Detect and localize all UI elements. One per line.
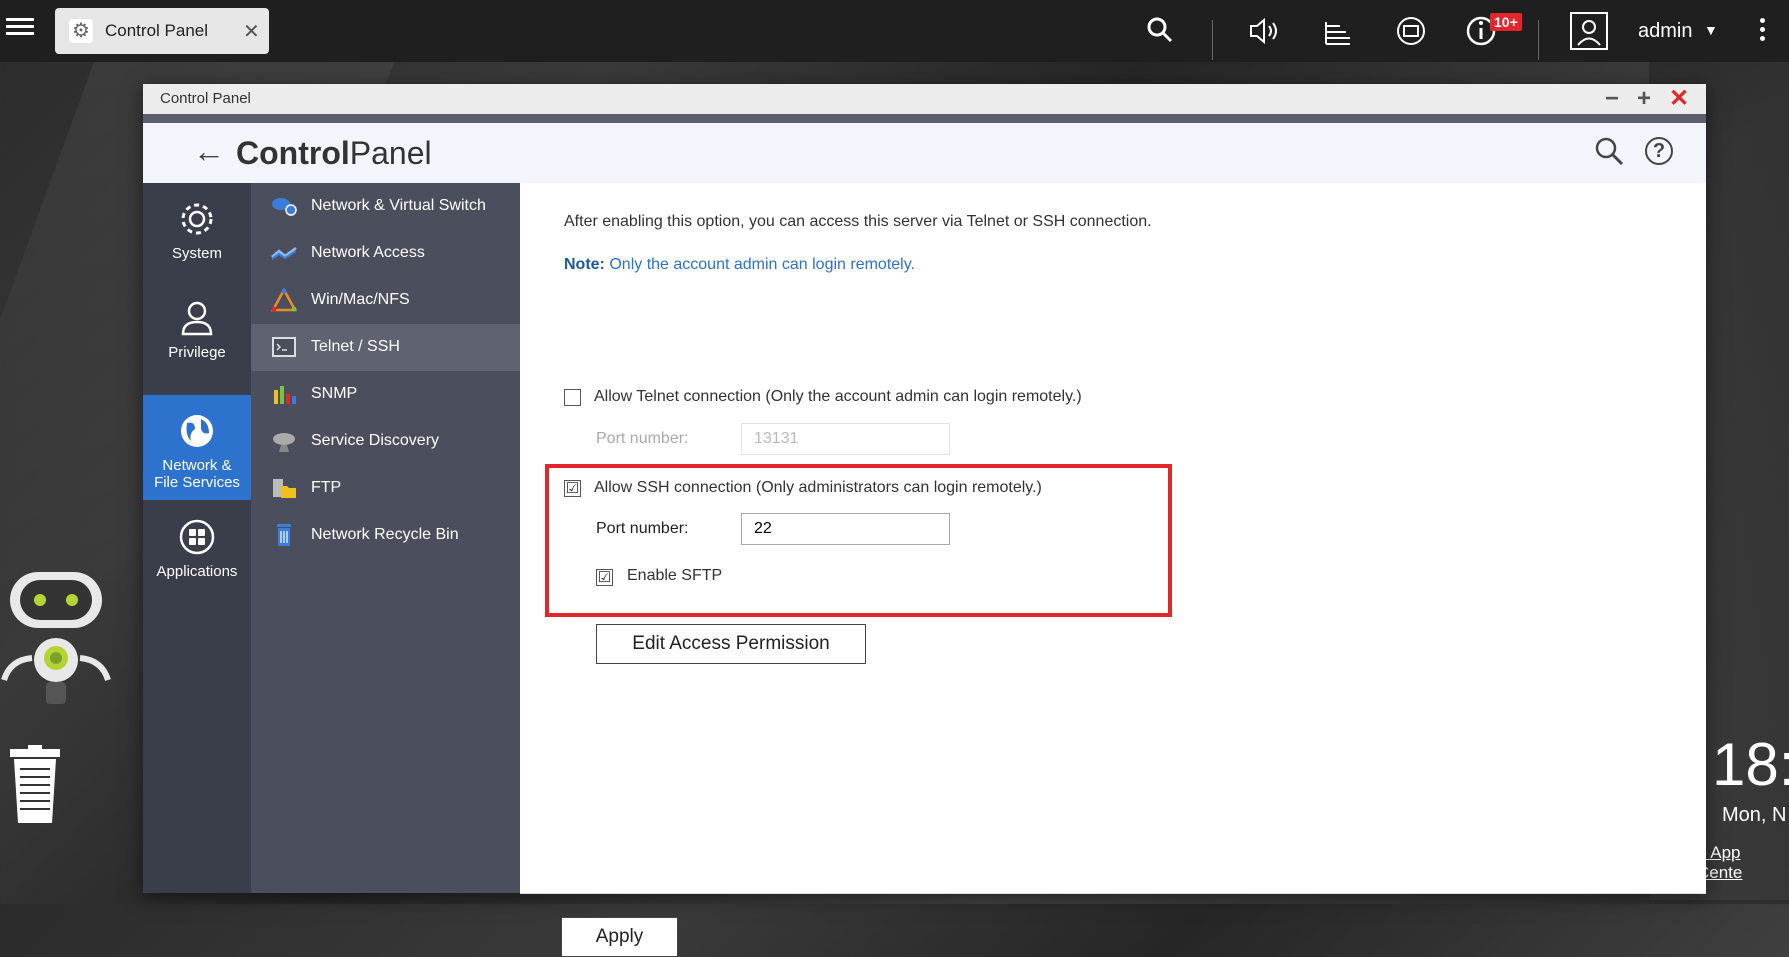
- window-titlebar[interactable]: Control Panel − + ✕: [143, 84, 1706, 114]
- category-network-file-services[interactable]: Network & File Services: [143, 395, 251, 500]
- notification-badge: 10+: [1490, 13, 1522, 31]
- gear-icon: [181, 203, 213, 235]
- desktop-recycle-bin-icon[interactable]: [4, 745, 66, 825]
- desktop-clock: 18:: [1712, 731, 1789, 798]
- control-panel-window: Control Panel − + ✕ ← ControlPanel ? Sys…: [143, 84, 1706, 957]
- category-privilege[interactable]: Privilege: [143, 282, 251, 387]
- back-arrow-icon[interactable]: ←: [193, 133, 225, 170]
- window-title: Control Panel: [160, 90, 251, 107]
- subnav-item-network-virtual-switch[interactable]: Network & Virtual Switch: [251, 183, 520, 230]
- telnet-port-input[interactable]: [741, 423, 950, 455]
- intro-text: After enabling this option, you can acce…: [564, 213, 1152, 230]
- ssh-label: Allow SSH connection (Only administrator…: [594, 479, 1042, 496]
- win-mac-nfs-icon: [271, 288, 297, 312]
- network-switch-icon: [272, 198, 297, 216]
- telnet-port-label: Port number:: [596, 430, 689, 447]
- subnav-item-ftp[interactable]: FTP: [251, 465, 520, 512]
- search-icon[interactable]: [1593, 135, 1625, 167]
- globe-icon: [181, 415, 213, 447]
- subnav-item-telnet-ssh[interactable]: Telnet / SSH: [251, 324, 520, 371]
- chevron-down-icon[interactable]: ▼: [1704, 22, 1718, 38]
- minimize-icon[interactable]: −: [1605, 85, 1619, 113]
- recycle-bin-icon: [277, 524, 291, 546]
- category-applications[interactable]: Applications: [143, 501, 251, 606]
- category-nav: System Privilege Network & File Services: [143, 183, 251, 893]
- subnav-item-snmp[interactable]: SNMP: [251, 371, 520, 418]
- taskbar-tab-control-panel[interactable]: ⚙ Control Panel ✕: [55, 8, 269, 54]
- terminal-icon: [272, 337, 296, 357]
- user-menu[interactable]: admin: [1638, 20, 1692, 43]
- page-title: ControlPanel: [236, 135, 432, 171]
- subnav: Network & Virtual Switch Network Access …: [251, 183, 520, 893]
- gear-icon: ⚙: [69, 19, 93, 43]
- grid-icon: [179, 519, 215, 555]
- volume-icon[interactable]: [1248, 16, 1284, 46]
- satellite-dish-icon: [273, 433, 295, 452]
- window-accent-bar: [143, 114, 1706, 123]
- helpdesk-robot-icon[interactable]: [0, 570, 112, 710]
- apply-button[interactable]: Apply: [561, 917, 678, 957]
- edit-access-permission-button[interactable]: Edit Access Permission: [596, 624, 866, 664]
- network-access-icon: [271, 246, 297, 260]
- close-tab-icon[interactable]: ✕: [243, 19, 260, 44]
- background-tasks-icon[interactable]: [1322, 16, 1354, 48]
- note-text: Note: Only the account admin can login r…: [564, 256, 915, 273]
- hamburger-menu-icon[interactable]: [6, 14, 36, 42]
- desktop-date: Mon, N: [1722, 804, 1787, 826]
- taskbar-tab-label: Control Panel: [105, 21, 209, 40]
- telnet-label: Allow Telnet connection (Only the accoun…: [594, 388, 1082, 405]
- ssh-checkbox[interactable]: ☑: [564, 480, 581, 497]
- folder-server-icon: [273, 479, 296, 498]
- sftp-checkbox[interactable]: ☑: [596, 569, 613, 586]
- subnav-item-service-discovery[interactable]: Service Discovery: [251, 418, 520, 465]
- telnet-ssh-settings: After enabling this option, you can acce…: [520, 183, 1706, 957]
- more-options-icon[interactable]: [1760, 14, 1766, 45]
- help-icon[interactable]: ?: [1645, 137, 1673, 165]
- maximize-icon[interactable]: +: [1637, 85, 1651, 113]
- app-center-link[interactable]: e App Cente: [1697, 843, 1789, 883]
- taskbar-separator: [1538, 20, 1539, 60]
- taskbar-separator: [1212, 20, 1213, 60]
- subnav-item-network-recycle-bin[interactable]: Network Recycle Bin: [251, 512, 520, 559]
- app-header: ← ControlPanel ?: [143, 123, 1706, 183]
- subnav-item-win-mac-nfs[interactable]: Win/Mac/NFS: [251, 277, 520, 324]
- footer-divider: [520, 893, 1706, 894]
- sftp-label: Enable SFTP: [627, 567, 723, 584]
- user-avatar-icon[interactable]: [1570, 12, 1608, 50]
- external-device-icon[interactable]: [1394, 14, 1428, 48]
- ssh-port-input[interactable]: [741, 513, 950, 545]
- category-system[interactable]: System: [143, 183, 251, 288]
- telnet-checkbox[interactable]: [564, 389, 581, 406]
- user-icon: [181, 301, 213, 336]
- ssh-port-label: Port number:: [596, 520, 689, 537]
- search-icon[interactable]: [1146, 16, 1174, 46]
- taskbar: ⚙ Control Panel ✕ 10+ admin ▼: [0, 0, 1789, 62]
- subnav-item-network-access[interactable]: Network Access: [251, 230, 520, 277]
- bar-chart-icon: [274, 386, 296, 404]
- close-window-icon[interactable]: ✕: [1669, 85, 1689, 113]
